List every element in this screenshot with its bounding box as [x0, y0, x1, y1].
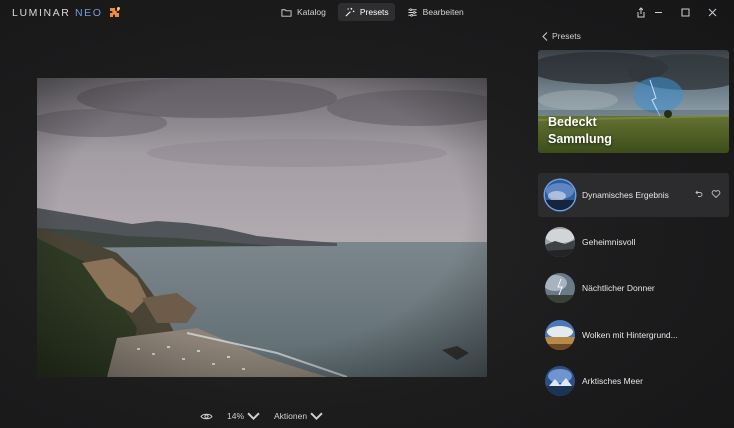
preset-item-arktisches-meer[interactable]: Arktisches Meer: [538, 359, 729, 403]
chevron-down-icon: [310, 412, 323, 420]
tab-katalog[interactable]: Katalog: [275, 3, 332, 21]
preset-item-geheimnisvoll[interactable]: Geheimnisvoll: [538, 220, 729, 264]
preset-list: Dynamisches Ergebnis Geheimnisvoll Nächt…: [538, 173, 729, 406]
logo-main: LUMINAR: [12, 7, 75, 19]
window-controls: [645, 4, 726, 20]
collection-title: Bedeckt Sammlung: [548, 114, 612, 148]
tab-bearbeiten-label: Bearbeiten: [422, 7, 464, 17]
zoom-value: 14%: [227, 411, 245, 421]
preset-thumbnail-image: [545, 180, 575, 210]
preset-thumbnail: [545, 180, 575, 210]
minimize-icon: [655, 11, 662, 13]
preset-label: Wolken mit Hintergrund...: [582, 329, 678, 340]
preset-thumbnail: [545, 226, 575, 257]
preset-thumbnail-image: [545, 319, 575, 350]
preset-label: Dynamisches Ergebnis: [582, 190, 669, 200]
undo-icon[interactable]: [693, 189, 703, 199]
logo-text: LUMINAR NEO: [12, 7, 103, 19]
heart-icon[interactable]: [711, 189, 721, 199]
folder-icon: [281, 8, 292, 17]
close-button[interactable]: [699, 4, 726, 20]
preset-actions: [693, 189, 721, 199]
tab-bearbeiten[interactable]: Bearbeiten: [401, 3, 470, 21]
main-nav: Katalog Presets Bearbeiten: [275, 3, 470, 23]
preset-thumbnail: [545, 319, 575, 350]
chevron-down-icon: [247, 412, 260, 420]
maximize-icon: [681, 8, 690, 16]
bottom-toolbar: 14% Aktionen: [200, 408, 323, 424]
maximize-button[interactable]: [672, 4, 699, 20]
plugin-puzzle-icon[interactable]: [107, 6, 121, 20]
preset-item-dynamisches-ergebnis[interactable]: Dynamisches Ergebnis: [538, 173, 729, 217]
app-window: LUMINAR NEO Katalog Presets Bearbeiten 1…: [0, 0, 734, 428]
close-icon: [708, 8, 717, 16]
actions-label: Aktionen: [274, 411, 308, 421]
collection-hero: Bedeckt Sammlung: [538, 50, 729, 153]
preset-label: Geheimnisvoll: [582, 236, 636, 247]
tab-katalog-label: Katalog: [297, 7, 326, 17]
minimize-button[interactable]: [645, 4, 672, 20]
preset-item-naechtlicher-donner[interactable]: Nächtlicher Donner: [538, 266, 729, 310]
actions-dropdown[interactable]: Aktionen: [274, 411, 323, 421]
preset-thumbnail-image: [545, 273, 575, 303]
preset-thumbnail: [545, 273, 575, 303]
preset-thumbnail: [545, 366, 575, 396]
logo-neo: NEO: [74, 7, 103, 19]
app-logo: LUMINAR NEO: [12, 6, 121, 20]
presets-panel: Presets Bedeckt Sammlung Dynamisches Erg…: [532, 24, 734, 428]
preset-item-wolken-mit-hintergrund[interactable]: Wolken mit Hintergrund...: [538, 313, 729, 357]
coastal-photo-image: [37, 78, 487, 377]
preset-label: Arktisches Meer: [582, 376, 643, 386]
back-label: Presets: [552, 31, 581, 41]
sliders-icon: [408, 7, 417, 17]
preview-toggle[interactable]: [200, 412, 213, 421]
eye-icon: [200, 413, 213, 419]
main-photo[interactable]: [37, 78, 487, 377]
zoom-dropdown[interactable]: 14%: [227, 411, 260, 421]
title-bar: LUMINAR NEO Katalog Presets Bearbeiten: [0, 0, 734, 24]
chevron-left-icon: [542, 31, 548, 41]
tab-presets[interactable]: Presets: [337, 3, 395, 21]
preset-label: Nächtlicher Donner: [582, 283, 655, 293]
collection-title-line2: Sammlung: [548, 132, 612, 146]
collection-title-line1: Bedeckt: [548, 115, 597, 129]
back-to-presets-button[interactable]: Presets: [542, 31, 581, 41]
tab-presets-label: Presets: [359, 7, 389, 17]
sparkle-icon: [345, 7, 355, 17]
preset-thumbnail-image: [545, 226, 575, 257]
preset-thumbnail-image: [545, 366, 575, 396]
